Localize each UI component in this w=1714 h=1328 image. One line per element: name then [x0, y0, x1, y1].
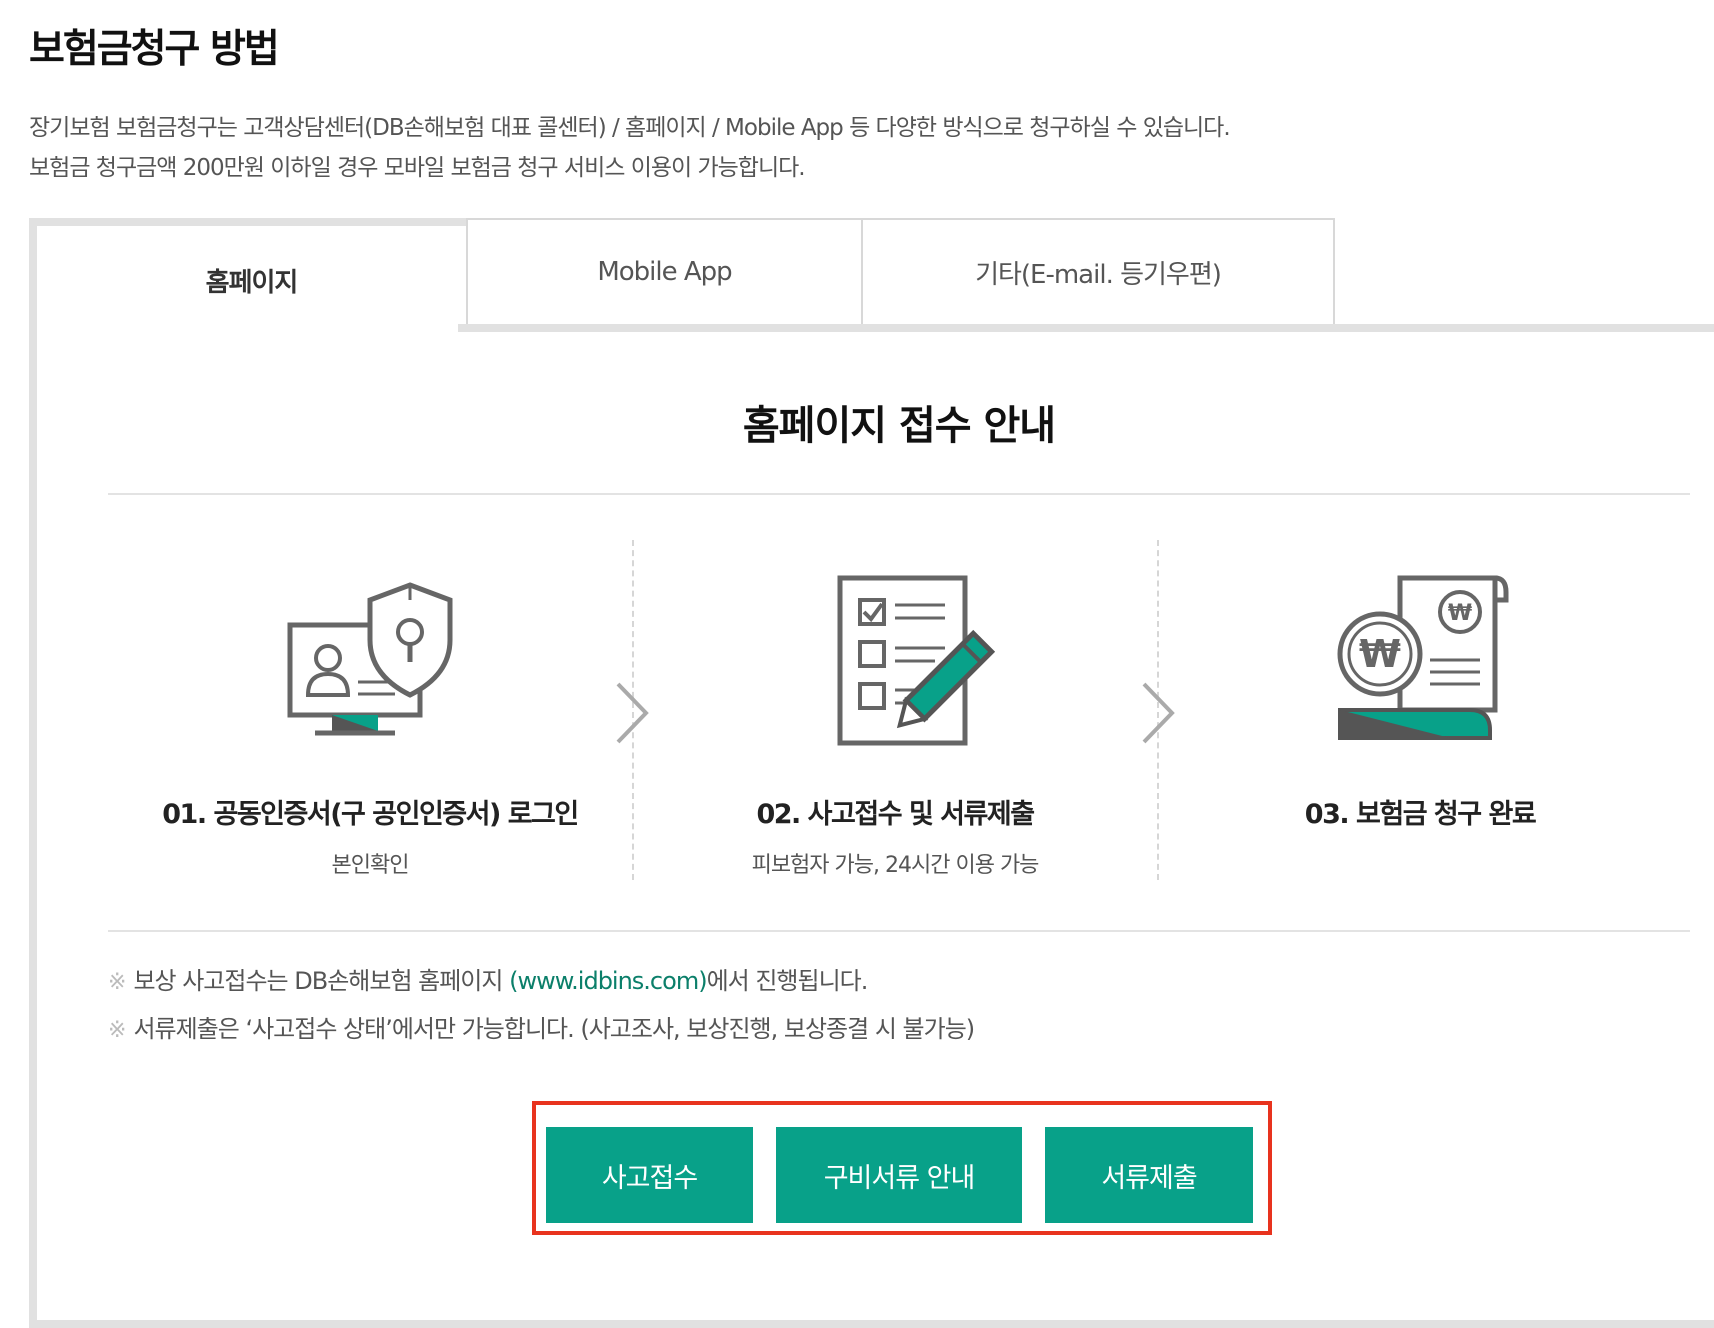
certificate-login-icon: [287, 582, 453, 736]
divider-bottom: [108, 930, 1690, 932]
chevron-right-icon: [1142, 682, 1175, 744]
homepage-link[interactable]: (www.idbins.com): [509, 967, 707, 995]
step-desc: 피보험자 가능, 24시간 이용 가능: [751, 853, 1040, 878]
chevron-right-icon: [616, 682, 649, 744]
note-mark-icon: ※: [108, 970, 126, 995]
submit-docs-button[interactable]: 서류제출: [1045, 1127, 1253, 1223]
note-item: ※ 서류제출은 ‘사고접수 상태’에서만 가능합니다. (사고조사, 보상진행, …: [108, 1006, 975, 1054]
document-checklist-icon: [837, 575, 995, 746]
svg-text:₩: ₩: [1448, 601, 1472, 626]
note-item: ※ 보상 사고접수는 DB손해보험 홈페이지 (www.idbins.com)에서…: [108, 958, 974, 1006]
step-title: 03. 보험금 청구 완료: [1304, 799, 1537, 830]
step-title: 01. 공동인증서(구 공인인증서) 로그인: [162, 799, 579, 830]
notes: ※ 보상 사고접수는 DB손해보험 홈페이지 (www.idbins.com)에서…: [108, 958, 975, 1054]
note-mark-icon: ※: [108, 1018, 126, 1043]
section-title: 홈페이지 접수 안내: [742, 403, 1056, 449]
step-1: 01. 공동인증서(구 공인인증서) 로그인 본인확인: [130, 570, 610, 879]
step-title: 02. 사고접수 및 서류제출: [756, 799, 1035, 830]
svg-text:₩: ₩: [1359, 632, 1401, 676]
tab-underline: [466, 324, 1714, 332]
intro-line-1: 장기보험 보험금청구는 고객상담센터(DB손해보험 대표 콜센터) / 홈페이지…: [29, 115, 1231, 141]
accident-report-button[interactable]: 사고접수: [546, 1127, 753, 1223]
claim-complete-icon: ₩ ₩: [1337, 575, 1509, 740]
step-3: ₩ ₩ 03. 보험금 청구 완료: [1180, 570, 1660, 847]
tab-mobile-app[interactable]: Mobile App: [466, 218, 863, 324]
note-text: 에서 진행됩니다.: [706, 967, 869, 995]
intro-text: 장기보험 보험금청구는 고객상담센터(DB손해보험 대표 콜센터) / 홈페이지…: [29, 108, 1231, 188]
divider-top: [108, 493, 1690, 495]
step-desc: 본인확인: [331, 853, 410, 878]
note-text: 보상 사고접수는 DB손해보험 홈페이지: [133, 967, 510, 995]
required-docs-button[interactable]: 구비서류 안내: [776, 1127, 1022, 1223]
step-2: 02. 사고접수 및 서류제출 피보험자 가능, 24시간 이용 가능: [655, 570, 1135, 879]
tab-homepage[interactable]: 홈페이지: [29, 218, 466, 324]
intro-line-2: 보험금 청구금액 200만원 이하일 경우 모바일 보험금 청구 서비스 이용이…: [29, 155, 806, 181]
note-text: 서류제출은 ‘사고접수 상태’에서만 가능합니다. (사고조사, 보상진행, 보…: [133, 1015, 975, 1043]
page-title: 보험금청구 방법: [29, 27, 280, 72]
tab-etc[interactable]: 기타(E-mail. 등기우편): [861, 218, 1335, 324]
